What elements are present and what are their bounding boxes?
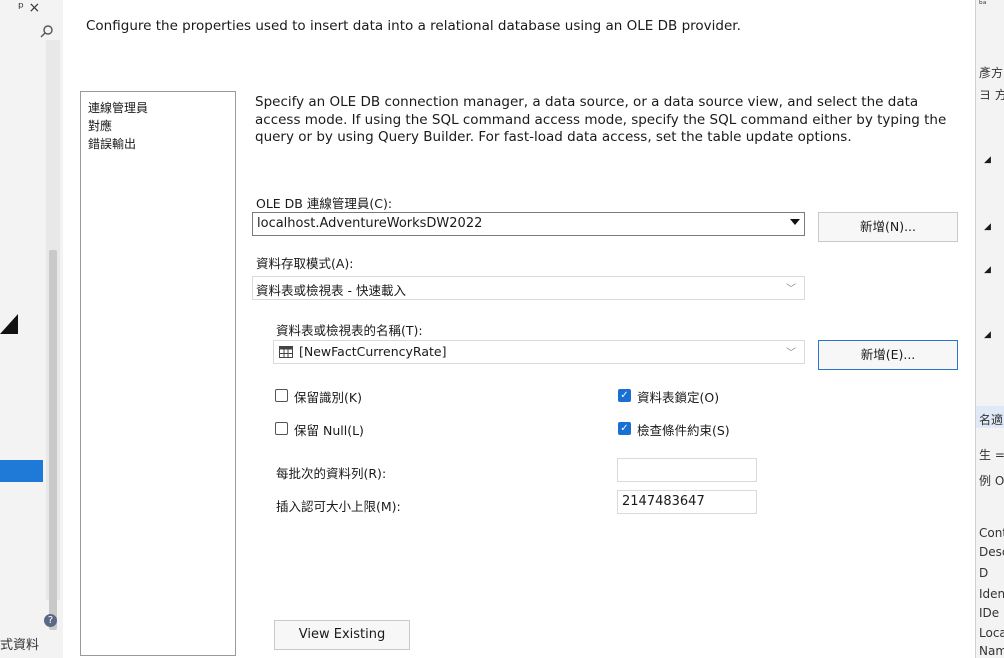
expand-arrow-icon[interactable]: ◢: [984, 265, 991, 275]
chevron-down-icon: [790, 219, 800, 225]
right-text-2: ヨ 方: [979, 88, 1004, 102]
left-scrollbar[interactable]: [46, 40, 60, 630]
keep-identity-checkbox[interactable]: [275, 389, 288, 402]
connection-manager-select[interactable]: localhost.AdventureWorksDW2022: [252, 212, 805, 236]
table-name-value: [NewFactCurrencyRate]: [299, 344, 447, 359]
right-text-0: ᵇᵃ: [979, 0, 987, 10]
right-text-7: Desc: [979, 545, 1004, 559]
access-mode-value: 資料表或檢視表 - 快速載入: [256, 283, 406, 298]
nav-item-error-output[interactable]: 錯誤輸出: [88, 135, 136, 152]
max-commit-size-input[interactable]: 2147483647: [617, 490, 757, 514]
connection-manager-value: localhost.AdventureWorksDW2022: [257, 216, 483, 231]
dialog-description: Configure the properties used to insert …: [86, 18, 741, 34]
keep-identity-label: 保留識別(K): [294, 390, 362, 405]
chevron-down-icon: ﹀: [786, 348, 796, 359]
help-icon[interactable]: ?: [44, 614, 57, 627]
check-constraints-label: 檢查條件約束(S): [637, 423, 730, 438]
rows-per-batch-label: 每批次的資料列(R):: [276, 466, 387, 481]
table-name-select[interactable]: [NewFactCurrencyRate] ﹀: [273, 340, 805, 364]
connection-manager-label: OLE DB 連線管理員(C):: [256, 196, 393, 211]
new-connection-button[interactable]: 新增(N)...: [818, 212, 958, 242]
table-name-label: 資料表或檢視表的名稱(T):: [276, 323, 423, 338]
cursor-triangle-icon: [0, 314, 18, 334]
new-table-button[interactable]: 新增(E)...: [818, 340, 958, 370]
access-mode-select[interactable]: 資料表或檢視表 - 快速載入 ﹀: [252, 276, 805, 300]
left-tool-strip: ᵖ × ? 式資料: [0, 0, 63, 658]
left-bottom-label: 式資料: [0, 638, 40, 653]
left-scrollbar-thumb[interactable]: [49, 250, 57, 630]
table-grid-icon: [279, 346, 293, 358]
pin-close-icon[interactable]: ᵖ ×: [18, 0, 40, 16]
right-text-10: IDe: [979, 606, 1000, 620]
intro-text: Specify an OLE DB connection manager, a …: [255, 94, 947, 145]
expand-arrow-icon[interactable]: ◢: [984, 222, 991, 232]
keep-nulls-label: 保留 Null(L): [294, 423, 364, 438]
right-text-4: 生 =: [979, 448, 1004, 462]
view-existing-button[interactable]: View Existing: [274, 620, 410, 650]
access-mode-label: 資料存取模式(A):: [256, 256, 354, 271]
rows-per-batch-input[interactable]: [617, 458, 757, 482]
max-commit-size-value: 2147483647: [622, 494, 705, 509]
right-properties-strip: ᵇᵃ 彥方 ヨ 方 名適 生 = 例 O Cont Desc D Iden ID…: [975, 0, 1004, 658]
right-text-5: 例 O: [979, 474, 1004, 488]
nav-item-connection-manager[interactable]: 連線管理員: [88, 99, 148, 116]
expand-arrow-icon[interactable]: ◢: [984, 155, 991, 165]
check-constraints-checkbox[interactable]: ✓: [618, 422, 631, 435]
left-selected-item[interactable]: [0, 460, 43, 482]
right-text-3: 名適: [979, 413, 1004, 427]
max-commit-size-label: 插入認可大小上限(M):: [276, 499, 401, 514]
expand-arrow-icon[interactable]: ◢: [984, 330, 991, 340]
right-text-11: Loca: [979, 626, 1004, 640]
chevron-down-icon: ﹀: [786, 284, 796, 295]
table-lock-checkbox[interactable]: ✓: [618, 389, 631, 402]
right-text-1: 彥方: [979, 66, 1004, 80]
search-icon[interactable]: [40, 24, 54, 38]
table-lock-label: 資料表鎖定(O): [637, 390, 720, 405]
page-nav-list: 連線管理員 對應 錯誤輸出: [80, 91, 236, 656]
nav-item-mappings[interactable]: 對應: [88, 117, 112, 134]
right-text-8: D: [979, 566, 989, 580]
right-text-9: Iden: [979, 587, 1004, 601]
right-text-6: Cont: [979, 526, 1004, 540]
right-text-12: Nam: [979, 644, 1004, 658]
keep-nulls-checkbox[interactable]: [275, 422, 288, 435]
